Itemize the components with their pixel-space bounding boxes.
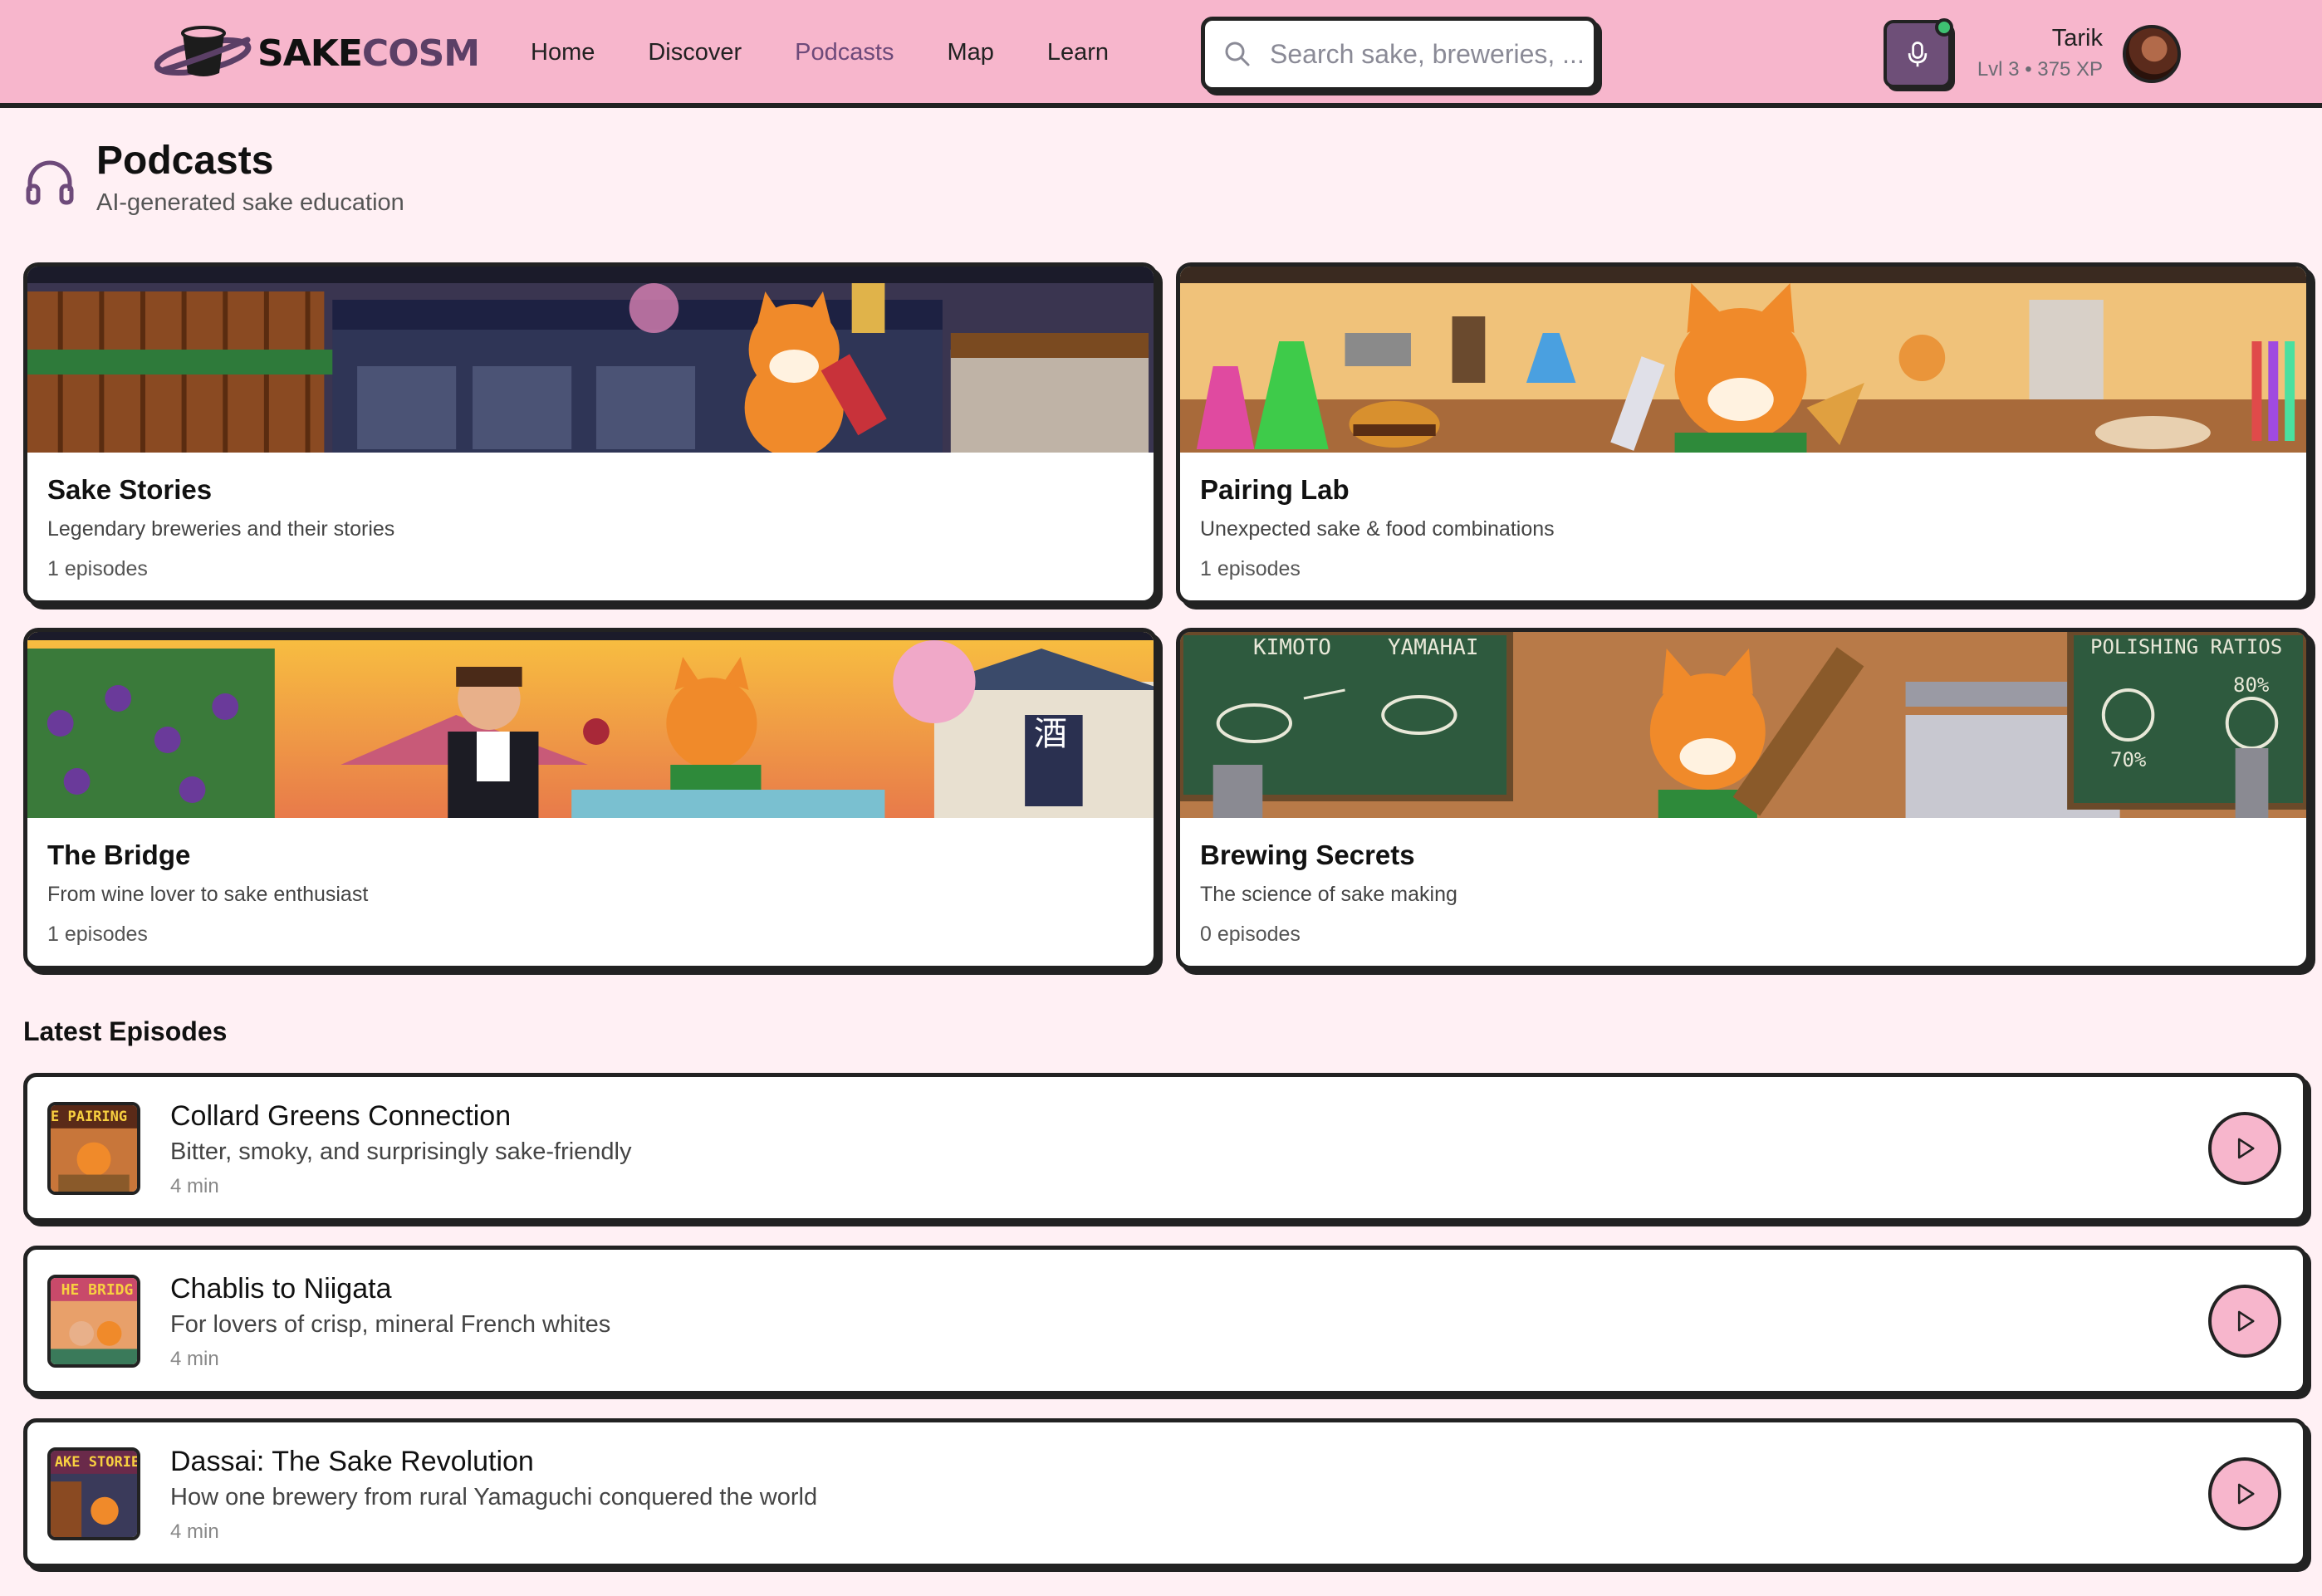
online-status-dot — [1935, 18, 1953, 37]
podcast-episode-count: 1 episodes — [47, 923, 148, 946]
brand-name-suffix: COSM — [361, 32, 480, 75]
search-icon — [1225, 42, 1250, 66]
chalkboard-label-80: 80% — [2233, 673, 2270, 697]
brand-logo-link[interactable]: SAKECOSM — [154, 22, 480, 85]
episode-row[interactable]: E PAIRING L Collard Greens Connection Bi… — [23, 1073, 2307, 1222]
podcast-description: The science of sake making — [1200, 883, 1457, 906]
user-avatar[interactable] — [2123, 25, 2181, 83]
podcast-cover-art — [1180, 267, 2306, 453]
podcast-cover-art: KIMOTO YAMAHAI POLISHING RATIOS 80% 70% — [1180, 632, 2306, 818]
podcast-episode-count: 0 episodes — [1200, 923, 1301, 946]
episode-description: For lovers of crisp, mineral French whit… — [170, 1311, 611, 1338]
podcast-episode-count: 1 episodes — [1200, 557, 1301, 580]
podcast-description: Unexpected sake & food combinations — [1200, 517, 1555, 541]
latest-episodes-heading: Latest Episodes — [23, 1016, 228, 1046]
thumbnail-label: HE BRIDG — [61, 1281, 134, 1299]
nav-home[interactable]: Home — [531, 39, 595, 66]
top-navigation-bar: SAKECOSM Home Discover Podcasts Map Lear… — [0, 0, 2322, 108]
episode-row[interactable]: HE BRIDG Chablis to Niigata For lovers o… — [23, 1246, 2307, 1395]
brand-name: SAKECOSM — [257, 32, 480, 75]
episode-thumbnail: AKE STORIE — [47, 1447, 140, 1540]
kitchen-lab-cat-illustration — [1180, 267, 2306, 453]
brand-name-prefix: SAKE — [257, 32, 363, 75]
episode-title: Dassai: The Sake Revolution — [170, 1446, 534, 1477]
microphone-icon — [1908, 42, 1928, 67]
episode-duration: 4 min — [170, 1348, 219, 1370]
podcast-title: The Bridge — [47, 840, 191, 870]
chalkboard-label-yamahai: YAMAHAI — [1388, 635, 1479, 660]
play-icon — [2237, 1310, 2255, 1332]
thumbnail-label: AKE STORIE — [54, 1454, 140, 1471]
chalkboard-label-70: 70% — [2110, 748, 2147, 771]
chalkboard-label-polishing: POLISHING RATIOS — [2090, 635, 2283, 658]
episode-title: Collard Greens Connection — [170, 1100, 512, 1132]
play-icon — [2237, 1483, 2255, 1505]
podcast-card-the-bridge[interactable]: 酒 The Bridge From wine lover to sake ent… — [23, 628, 1158, 970]
episode-row[interactable]: AKE STORIE Dassai: The Sake Revolution H… — [23, 1418, 2307, 1568]
play-icon — [2237, 1138, 2255, 1159]
main-nav: Home Discover Podcasts Map Learn — [531, 0, 1162, 105]
podcast-title: Pairing Lab — [1200, 474, 1350, 505]
podcast-title: Brewing Secrets — [1200, 840, 1415, 870]
podcast-title: Sake Stories — [47, 474, 213, 505]
nav-learn[interactable]: Learn — [1047, 39, 1109, 66]
brewery-cat-illustration — [27, 267, 1154, 453]
nav-podcasts[interactable]: Podcasts — [795, 39, 894, 66]
podcast-card-brewing-secrets[interactable]: KIMOTO YAMAHAI POLISHING RATIOS 80% 70% … — [1176, 628, 2310, 970]
page-title: Podcasts — [96, 139, 274, 183]
voice-search-button[interactable] — [1884, 18, 1953, 88]
episode-title: Chablis to Niigata — [170, 1273, 392, 1305]
episode-description: Bitter, smoky, and surprisingly sake-fri… — [170, 1138, 632, 1165]
play-button[interactable] — [2208, 1112, 2281, 1185]
podcast-card-sake-stories[interactable]: Sake Stories Legendary breweries and the… — [23, 262, 1158, 605]
podcast-description: Legendary breweries and their stories — [47, 517, 395, 541]
podcast-description: From wine lover to sake enthusiast — [47, 883, 369, 906]
episode-duration: 4 min — [170, 1175, 219, 1197]
user-name: Tarik — [2051, 25, 2103, 51]
podcast-cover-art — [27, 267, 1154, 453]
sake-cup-planet-logo-icon — [154, 26, 252, 76]
chalkboard-lab-cat-illustration — [1180, 632, 2306, 818]
thumbnail-label: E PAIRING L — [51, 1109, 140, 1125]
play-button[interactable] — [2208, 1285, 2281, 1358]
nav-discover[interactable]: Discover — [648, 39, 742, 66]
search-input[interactable] — [1270, 38, 1585, 70]
episode-description: How one brewery from rural Yamaguchi con… — [170, 1484, 818, 1510]
sake-kanji-sign: 酒 — [1034, 715, 1067, 753]
headphones-icon — [26, 160, 74, 205]
episode-thumbnail: E PAIRING L — [47, 1102, 140, 1195]
play-button[interactable] — [2208, 1457, 2281, 1530]
nav-map[interactable]: Map — [947, 39, 993, 66]
podcast-card-pairing-lab[interactable]: Pairing Lab Unexpected sake & food combi… — [1176, 262, 2310, 605]
user-level-xp: Lvl 3 • 375 XP — [1977, 58, 2103, 81]
page-subtitle: AI-generated sake education — [96, 189, 404, 216]
episode-duration: 4 min — [170, 1520, 219, 1543]
episode-thumbnail: HE BRIDG — [47, 1275, 140, 1368]
podcast-episode-count: 1 episodes — [47, 557, 148, 580]
podcast-cover-art: 酒 — [27, 632, 1154, 818]
chalkboard-label-kimoto: KIMOTO — [1253, 635, 1331, 660]
search-box — [1201, 17, 1598, 91]
sunset-toast-illustration — [27, 632, 1154, 818]
